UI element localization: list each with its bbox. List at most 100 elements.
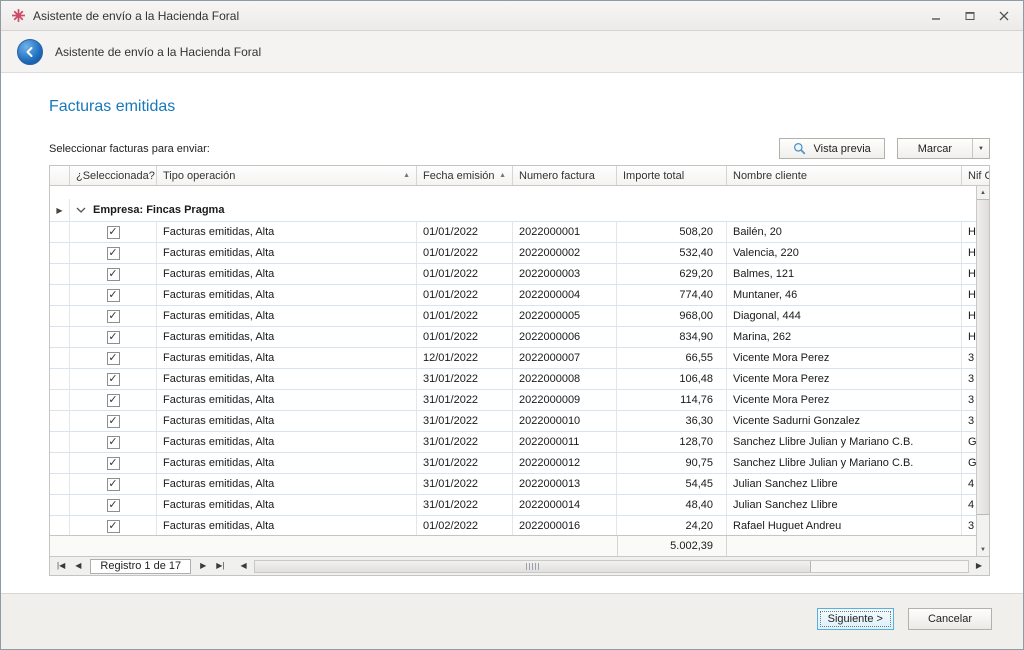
- header-fecha-emision[interactable]: Fecha emisión▲: [417, 166, 513, 185]
- invoice-row[interactable]: ✓Facturas emitidas, Alta31/01/2022202200…: [50, 411, 976, 432]
- header-nif-cliente[interactable]: Nif C: [962, 166, 989, 185]
- cell-tipo-operacion: Facturas emitidas, Alta: [157, 453, 417, 473]
- invoice-row[interactable]: ✓Facturas emitidas, Alta31/01/2022202200…: [50, 432, 976, 453]
- cell-numero-factura: 2022000004: [513, 285, 617, 305]
- cell-nif-cliente: H: [962, 285, 976, 305]
- row-checkbox[interactable]: ✓: [107, 394, 120, 407]
- cell-tipo-operacion: Facturas emitidas, Alta: [157, 390, 417, 410]
- invoice-row[interactable]: ✓Facturas emitidas, Alta01/01/2022202200…: [50, 264, 976, 285]
- row-checkbox[interactable]: ✓: [107, 436, 120, 449]
- row-checkbox[interactable]: ✓: [107, 226, 120, 239]
- cell-numero-factura: 2022000016: [513, 516, 617, 535]
- row-indicator-cell: [50, 495, 70, 515]
- back-button[interactable]: [17, 39, 43, 65]
- invoice-row[interactable]: ✓Facturas emitidas, Alta31/01/2022202200…: [50, 495, 976, 516]
- first-record-button[interactable]: |◀: [54, 562, 68, 570]
- header-nombre-cliente[interactable]: Nombre cliente: [727, 166, 962, 185]
- cancel-button[interactable]: Cancelar: [908, 608, 992, 630]
- invoice-row[interactable]: ✓Facturas emitidas, Alta12/01/2022202200…: [50, 348, 976, 369]
- header-tipo-operacion[interactable]: Tipo operación▲: [157, 166, 417, 185]
- row-checkbox[interactable]: ✓: [107, 373, 120, 386]
- header-seleccionada[interactable]: ¿Seleccionada?: [70, 166, 157, 185]
- cell-seleccionada: ✓: [70, 348, 157, 368]
- row-checkbox[interactable]: ✓: [107, 352, 120, 365]
- scroll-up-arrow[interactable]: ▲: [977, 186, 989, 199]
- row-indicator-cell: [50, 306, 70, 326]
- row-checkbox[interactable]: ✓: [107, 520, 120, 533]
- mark-dropdown-arrow-icon[interactable]: ▼: [972, 139, 989, 158]
- preview-button[interactable]: Vista previa: [779, 138, 884, 159]
- row-checkbox[interactable]: ✓: [107, 415, 120, 428]
- scroll-down-arrow[interactable]: ▼: [977, 543, 989, 556]
- row-checkbox[interactable]: ✓: [107, 289, 120, 302]
- last-record-button[interactable]: ▶|: [213, 562, 227, 570]
- cell-importe-total: 24,20: [617, 516, 727, 535]
- vertical-scrollbar[interactable]: ▲ ▼: [976, 186, 989, 556]
- cell-numero-factura: 2022000001: [513, 222, 617, 242]
- header-indicator: [50, 166, 70, 185]
- vscroll-thumb[interactable]: [977, 199, 989, 515]
- invoice-row[interactable]: ✓Facturas emitidas, Alta31/01/2022202200…: [50, 390, 976, 411]
- invoice-row[interactable]: ✓Facturas emitidas, Alta31/01/2022202200…: [50, 369, 976, 390]
- row-checkbox[interactable]: ✓: [107, 268, 120, 281]
- maximize-icon[interactable]: [963, 9, 977, 23]
- hscroll-right-arrow[interactable]: ▶: [973, 562, 985, 570]
- header-importe-total[interactable]: Importe total: [617, 166, 727, 185]
- row-checkbox[interactable]: ✓: [107, 478, 120, 491]
- invoice-row[interactable]: ✓Facturas emitidas, Alta01/01/2022202200…: [50, 243, 976, 264]
- invoice-row[interactable]: ✓Facturas emitidas, Alta31/01/2022202200…: [50, 474, 976, 495]
- cell-nif-cliente: H: [962, 243, 976, 263]
- invoice-row[interactable]: ✓Facturas emitidas, Alta01/01/2022202200…: [50, 285, 976, 306]
- close-icon[interactable]: [997, 9, 1011, 23]
- cell-importe-total: 532,40: [617, 243, 727, 263]
- group-row-empresa[interactable]: ▶ Empresa: Fincas Pragma: [50, 199, 976, 222]
- cell-seleccionada: ✓: [70, 243, 157, 263]
- cell-tipo-operacion: Facturas emitidas, Alta: [157, 495, 417, 515]
- minimize-icon[interactable]: [929, 9, 943, 23]
- cell-fecha-emision: 01/01/2022: [417, 264, 513, 284]
- row-checkbox[interactable]: ✓: [107, 247, 120, 260]
- invoice-row[interactable]: ✓Facturas emitidas, Alta31/01/2022202200…: [50, 453, 976, 474]
- cell-nif-cliente: 4: [962, 474, 976, 494]
- prev-record-button[interactable]: ◀: [72, 562, 84, 570]
- row-checkbox[interactable]: ✓: [107, 457, 120, 470]
- row-indicator-cell: [50, 243, 70, 263]
- magnifier-icon: [793, 142, 806, 155]
- row-checkbox[interactable]: ✓: [107, 499, 120, 512]
- cell-nombre-cliente: Julian Sanchez Llibre: [727, 495, 962, 515]
- cell-fecha-emision: 31/01/2022: [417, 411, 513, 431]
- window-title: Asistente de envío a la Hacienda Foral: [33, 9, 929, 23]
- vscroll-track[interactable]: [977, 199, 989, 543]
- hscroll-thumb[interactable]: [255, 561, 811, 572]
- cell-nif-cliente: 3: [962, 411, 976, 431]
- hscroll-left-arrow[interactable]: ◀: [238, 562, 250, 570]
- cell-fecha-emision: 01/01/2022: [417, 306, 513, 326]
- invoice-row[interactable]: ✓Facturas emitidas, Alta01/02/2022202200…: [50, 516, 976, 535]
- invoice-row[interactable]: ✓Facturas emitidas, Alta01/01/2022202200…: [50, 306, 976, 327]
- mark-button[interactable]: Marcar: [898, 139, 972, 158]
- row-checkbox[interactable]: ✓: [107, 310, 120, 323]
- cell-nif-cliente: G: [962, 453, 976, 473]
- row-indicator-cell: [50, 411, 70, 431]
- row-indicator-cell: [50, 264, 70, 284]
- horizontal-scrollbar[interactable]: [254, 560, 969, 573]
- invoice-row[interactable]: ✓Facturas emitidas, Alta01/01/2022202200…: [50, 222, 976, 243]
- row-checkbox[interactable]: ✓: [107, 331, 120, 344]
- collapse-chevron-icon[interactable]: [76, 207, 86, 213]
- grid-rows: ✓Facturas emitidas, Alta01/01/2022202200…: [50, 222, 976, 535]
- arrow-left-icon: [24, 46, 36, 58]
- cell-nif-cliente: H: [962, 306, 976, 326]
- header-tipo-label: Tipo operación: [163, 170, 235, 182]
- summary-blank: [70, 536, 157, 556]
- cell-numero-factura: 2022000013: [513, 474, 617, 494]
- cell-tipo-operacion: Facturas emitidas, Alta: [157, 474, 417, 494]
- cell-nombre-cliente: Valencia, 220: [727, 243, 962, 263]
- next-record-button[interactable]: ▶: [197, 562, 209, 570]
- header-numero-factura[interactable]: Numero factura: [513, 166, 617, 185]
- preview-button-label: Vista previa: [813, 143, 870, 155]
- next-button[interactable]: Siguiente >: [817, 608, 894, 630]
- header-importe-label: Importe total: [623, 170, 684, 182]
- cell-fecha-emision: 31/01/2022: [417, 390, 513, 410]
- invoice-row[interactable]: ✓Facturas emitidas, Alta01/01/2022202200…: [50, 327, 976, 348]
- row-indicator-cell: [50, 327, 70, 347]
